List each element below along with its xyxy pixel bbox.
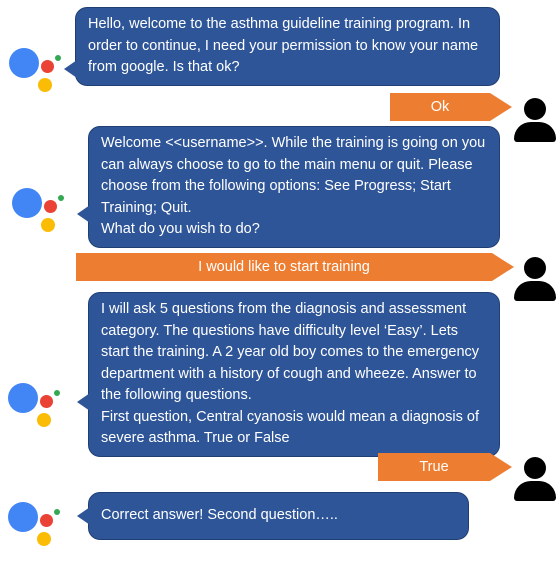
google-assistant-icon xyxy=(8,383,68,443)
google-assistant-icon xyxy=(8,502,68,562)
user-message-text: Ok xyxy=(430,99,450,115)
assistant-message: Welcome <<username>>. While the training… xyxy=(77,126,500,248)
assistant-message-text: What do you wish to do? xyxy=(101,221,260,237)
assistant-message-text: Hello, welcome to the asthma guideline t… xyxy=(88,16,479,75)
assistant-message: Correct answer! Second question….. xyxy=(77,492,469,540)
google-assistant-icon xyxy=(9,48,69,108)
user-message-text: True xyxy=(419,459,449,475)
assistant-message: Hello, welcome to the asthma guideline t… xyxy=(64,7,500,86)
user-message: Ok xyxy=(390,93,512,121)
assistant-message-text: I will ask 5 questions from the diagnosi… xyxy=(101,301,480,403)
user-message: True xyxy=(378,453,512,481)
user-avatar-icon xyxy=(514,257,556,301)
user-message-text: I would like to start training xyxy=(198,259,370,275)
user-message: I would like to start training xyxy=(76,253,514,281)
assistant-message-text: Welcome <<username>>. While the training… xyxy=(101,135,486,216)
assistant-message-text: Correct answer! Second question….. xyxy=(101,507,338,523)
assistant-message: I will ask 5 questions from the diagnosi… xyxy=(77,292,500,457)
user-avatar-icon xyxy=(514,98,556,142)
assistant-message-text: First question, Central cyanosis would m… xyxy=(101,408,479,447)
user-avatar-icon xyxy=(514,457,556,501)
google-assistant-icon xyxy=(12,188,72,248)
